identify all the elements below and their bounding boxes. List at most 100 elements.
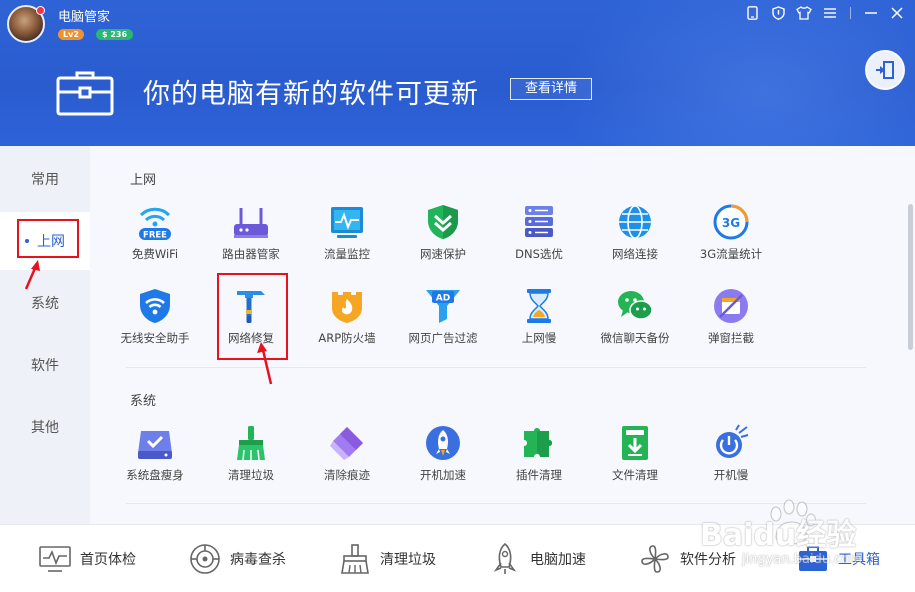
phone-icon[interactable] [742,4,762,22]
exit-toolbox-button[interactable] [865,50,905,90]
rocket-icon [426,426,460,460]
wechat-icon [618,291,653,320]
tool-plugin-clean[interactable]: 插件清理 [491,423,587,495]
view-details-button[interactable]: 查看详情 [510,78,592,100]
level-badge[interactable]: Lv2 [58,29,84,40]
nav-virus-scan[interactable]: 病毒查杀 [188,541,286,577]
nav-label: 病毒查杀 [230,552,286,568]
tool-wechat-backup[interactable]: 微信聊天备份 [587,286,683,358]
toolbox-banner-icon [56,71,114,116]
slow-boot-icon [716,424,749,458]
tool-free-wifi[interactable]: FREE 免费WiFi [107,202,203,274]
wifi-shield-icon [140,289,170,323]
speed-shield-icon [428,205,458,239]
section-divider [126,503,866,504]
shirt-icon[interactable] [794,4,814,22]
monitor-pulse-icon [39,546,71,572]
nav-label: 首页体检 [80,552,136,568]
tool-label: 网速保护 [420,247,466,261]
sidebar-item-label: 软件 [31,358,59,374]
svg-text:3G: 3G [722,216,740,230]
sidebar-item-system[interactable]: 系统 [0,274,90,332]
virus-scan-icon [190,544,220,574]
toolbox-icon [799,546,827,571]
tool-file-clean[interactable]: 文件清理 [587,423,683,495]
control-separator [850,7,851,19]
tool-label: 开机慢 [713,468,749,482]
firewall-icon [332,292,362,323]
dns-server-icon [525,206,553,237]
tool-ad-filter[interactable]: AD 网页广告过滤 [395,286,491,358]
traffic-monitor-icon [331,207,363,238]
sidebar-item-label: 常用 [31,172,59,188]
tool-label: 路由器管家 [222,247,280,261]
puzzle-icon [524,428,552,457]
sidebar-item-label: 系统 [31,296,59,312]
tool-label: 网页广告过滤 [408,331,478,345]
tools-content: 上网 FREE 免费WiFi 路由器管家 流量监控 网速保护 DNS选优 网络连… [90,146,915,524]
nav-software-analysis[interactable]: 软件分析 [638,541,736,577]
tool-3g-stats[interactable]: 3G 3G流量统计 [683,202,779,274]
tool-dns-optimize[interactable]: DNS选优 [491,202,587,274]
minimize-icon[interactable] [861,4,881,22]
section-title-internet: 上网 [130,173,157,188]
tool-traffic-monitor[interactable]: 流量监控 [299,202,395,274]
eraser-icon [330,427,363,460]
nav-clean-junk[interactable]: 清理垃圾 [338,541,436,577]
content-scrollbar[interactable] [908,204,913,350]
tool-arp-firewall[interactable]: ARP防火墙 [299,286,395,358]
section-divider [126,367,866,368]
tool-label: 网络连接 [612,247,658,261]
tool-disk-slim[interactable]: 系统盘瘦身 [107,423,203,495]
sidebar-item-software[interactable]: 软件 [0,336,90,394]
svg-text:FREE: FREE [143,231,167,241]
globe-icon [619,205,651,239]
tool-label: ARP防火墙 [318,331,376,345]
coins-badge[interactable]: $ 236 [96,29,134,40]
disk-slim-icon [138,431,172,459]
tool-label: 3G流量统计 [699,247,763,261]
nav-label: 清理垃圾 [380,552,436,568]
nav-pc-speedup[interactable]: 电脑加速 [488,541,586,577]
hourglass-icon [527,289,551,323]
nav-label: 电脑加速 [530,552,586,568]
tool-clean-junk[interactable]: 清理垃圾 [203,423,299,495]
nav-home-checkup[interactable]: 首页体检 [38,541,136,577]
rocket-outline-icon [493,542,517,574]
tool-clear-traces[interactable]: 清除痕迹 [299,423,395,495]
app-title: 电脑管家 [58,10,111,25]
shield-icon[interactable] [768,4,788,22]
highlight-box-sidebar [17,219,79,258]
tool-label: 流量监控 [324,247,370,261]
tool-label: 无线安全助手 [120,331,190,345]
clover-icon [641,545,669,573]
tool-label: 弹窗拦截 [708,331,754,345]
window-controls [742,4,907,22]
tool-label: DNS选优 [515,247,563,261]
tool-label: 微信聊天备份 [600,331,670,345]
svg-text:AD: AD [436,294,450,304]
tool-popup-block[interactable]: 弹窗拦截 [683,286,779,358]
tool-slow-internet[interactable]: 上网慢 [491,286,587,358]
file-clean-icon [622,426,648,460]
tool-label: 文件清理 [612,468,658,482]
notification-dot [36,6,45,15]
tool-boot-speedup[interactable]: 开机加速 [395,423,491,495]
tool-label: 清理垃圾 [228,468,274,482]
tool-wireless-safety[interactable]: 无线安全助手 [107,286,203,358]
3g-icon: 3G [713,204,749,240]
close-icon[interactable] [887,4,907,22]
tool-label: 系统盘瘦身 [126,468,184,482]
tool-router-manager[interactable]: 路由器管家 [203,202,299,274]
tool-label: 开机加速 [420,468,466,482]
tool-network-connect[interactable]: 网络连接 [587,202,683,274]
broom-outline-icon [341,544,369,574]
nav-toolbox[interactable]: 工具箱 [796,541,880,577]
tool-speed-protect[interactable]: 网速保护 [395,202,491,274]
tool-slow-boot[interactable]: 开机慢 [683,423,779,495]
menu-icon[interactable] [820,4,840,22]
sidebar-item-other[interactable]: 其他 [0,398,90,456]
tool-label: 上网慢 [521,331,557,345]
sidebar-item-common[interactable]: 常用 [0,150,90,208]
broom-icon [237,426,265,461]
